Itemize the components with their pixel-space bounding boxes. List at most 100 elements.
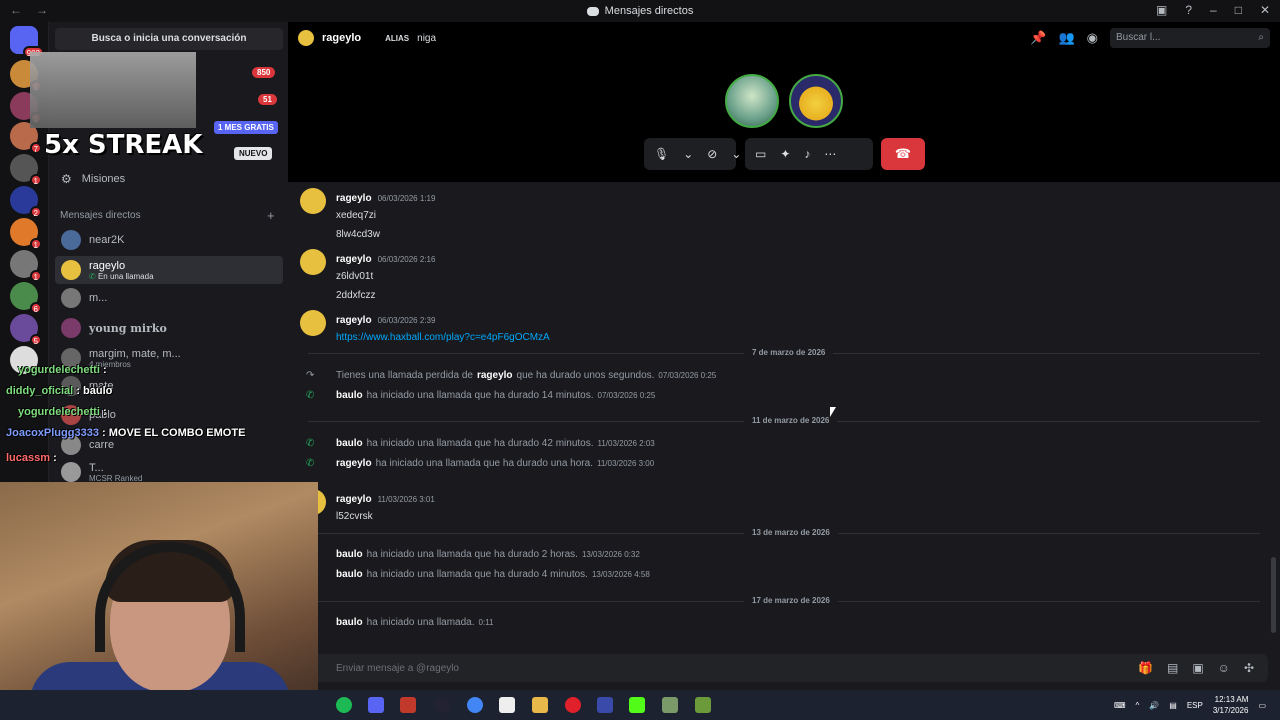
gif-icon[interactable]: ▤ — [1167, 661, 1178, 675]
inbox-icon[interactable]: ▣ — [1156, 3, 1167, 17]
language-indicator[interactable]: ESP — [1187, 701, 1203, 710]
system-author[interactable]: rageylo — [336, 458, 372, 469]
avatar[interactable] — [300, 310, 326, 336]
folder-icon[interactable] — [532, 697, 548, 713]
date-divider-label: 11 de marzo de 2026 — [744, 416, 838, 425]
avatar[interactable] — [300, 188, 326, 214]
dm-username[interactable]: rageylo — [322, 32, 361, 44]
date-divider: 17 de marzo de 2026 — [308, 596, 1260, 605]
sticker-icon[interactable]: ▣ — [1192, 661, 1203, 675]
app-icon[interactable] — [597, 697, 613, 713]
clock[interactable]: 12:13 AM 3/17/2026 — [1213, 694, 1249, 716]
discord-taskbar-icon[interactable] — [368, 697, 384, 713]
server-icon[interactable]: 2 — [10, 186, 42, 218]
profile-icon[interactable]: ◉ — [1087, 30, 1098, 46]
system-author[interactable]: baulo — [336, 549, 363, 560]
add-friend-icon[interactable]: 👥 — [1058, 30, 1074, 46]
chat-user: diddy_oficial — [6, 385, 74, 397]
app-icon[interactable] — [662, 697, 678, 713]
server-icon[interactable]: 1 — [10, 154, 42, 186]
volume-icon[interactable]: 🔊 — [1149, 701, 1159, 710]
app-icon[interactable] — [499, 697, 515, 713]
new-dm-plus-icon[interactable]: + — [267, 208, 275, 223]
message-group: rageylo 06/03/2026 2:39 https://www.haxba… — [300, 310, 550, 343]
message-text: l52cvrsk — [336, 511, 373, 522]
composer-tools: 🎁 ▤ ▣ ☺ ✣ — [1138, 661, 1254, 675]
find-conversation-button[interactable]: Busca o inicia una conversación — [55, 28, 283, 50]
network-icon[interactable]: ▤ — [1169, 701, 1177, 710]
chat-msg: : — [102, 406, 107, 418]
kick-icon[interactable] — [629, 697, 645, 713]
server-icon[interactable]: 5 — [10, 314, 42, 346]
gift-icon[interactable]: 🎁 — [1138, 661, 1153, 675]
call-participant-avatar[interactable] — [789, 74, 843, 128]
compass-icon: ⚙ — [61, 172, 72, 186]
close-button[interactable]: ✕ — [1260, 3, 1270, 17]
dm-item-active[interactable]: rageylo ✆ En una llamada — [55, 256, 283, 284]
system-author[interactable]: baulo — [336, 569, 363, 580]
chevron-down-icon[interactable]: ⌄ — [731, 147, 741, 161]
steam-icon[interactable] — [434, 697, 450, 713]
guild-badge: 1 — [29, 238, 42, 250]
message-input[interactable]: Enviar mensaje a @rageylo 🎁 ▤ ▣ ☺ ✣ — [308, 654, 1268, 682]
server-icon[interactable]: 1 — [10, 218, 42, 250]
app-icon[interactable] — [400, 697, 416, 713]
message-author[interactable]: rageylo — [336, 254, 372, 265]
opera-icon[interactable] — [565, 697, 581, 713]
more-icon[interactable]: ⋯ — [824, 147, 836, 161]
apps-icon[interactable]: ✣ — [1244, 661, 1254, 675]
camera-off-icon[interactable]: ⊘ — [707, 147, 717, 161]
system-author[interactable]: baulo — [336, 617, 363, 628]
minimize-button[interactable]: – — [1210, 3, 1217, 17]
server-icon[interactable]: 1 — [10, 250, 42, 282]
date-divider-label: 13 de marzo de 2026 — [744, 528, 838, 537]
search-input[interactable]: Buscar l... ⌕ — [1110, 28, 1270, 48]
message-author[interactable]: rageylo — [336, 494, 372, 505]
message-author[interactable]: rageylo — [336, 315, 372, 326]
activities-icon[interactable]: ✦ — [780, 147, 790, 161]
chat-msg: : — [102, 364, 107, 376]
system-author[interactable]: rageylo — [477, 370, 513, 381]
pin-icon[interactable]: 📌 — [1030, 30, 1046, 46]
minecraft-icon[interactable] — [695, 697, 711, 713]
system-message: ✆ baulo ha iniciado una llamada que ha d… — [306, 549, 640, 560]
chevron-up-icon[interactable]: ^ — [1136, 701, 1140, 710]
system-author[interactable]: baulo — [336, 390, 363, 401]
chrome-icon[interactable] — [467, 697, 483, 713]
dm-item[interactable]: young mirko — [55, 314, 283, 342]
hang-up-button[interactable]: ☎ — [881, 138, 925, 170]
dm-item[interactable]: near2K — [55, 226, 283, 254]
chat-user: yogurdelechetti — [18, 406, 100, 418]
message-author[interactable]: rageylo — [336, 193, 372, 204]
soundboard-icon[interactable]: ♪ — [804, 147, 810, 161]
guild-badge: 6 — [29, 302, 42, 314]
system-text: ha iniciado una llamada que ha durado 14… — [366, 390, 594, 401]
microphone-icon[interactable]: 🎙 — [654, 147, 669, 161]
keyboard-icon[interactable]: ⌨ — [1114, 701, 1126, 710]
help-icon[interactable]: ? — [1185, 3, 1192, 17]
hang-up-icon: ☎ — [894, 146, 912, 161]
avatar[interactable] — [300, 249, 326, 275]
missions-item[interactable]: ⚙ Misiones — [61, 172, 125, 186]
guild-badge: 1 — [29, 270, 42, 282]
maximize-button[interactable]: □ — [1235, 3, 1242, 17]
emoji-icon[interactable]: ☺ — [1218, 661, 1230, 675]
alias-label: ALIAS — [385, 33, 410, 43]
screen-share-icon[interactable]: ▭ — [755, 147, 766, 161]
system-author[interactable]: baulo — [336, 438, 363, 449]
home-button[interactable]: 902 — [10, 26, 44, 58]
system-tray: ⌨ ^ 🔊 ▤ ESP 12:13 AM 3/17/2026 ▭ — [1114, 694, 1266, 716]
server-icon[interactable]: 6 — [10, 282, 42, 314]
forward-arrow-icon[interactable]: → — [36, 3, 48, 17]
notifications-icon[interactable]: ▭ — [1258, 701, 1266, 710]
voice-controls: 🎙 ⌄ ⊘ ⌄ — [644, 138, 741, 170]
message-link[interactable]: https://www.haxball.com/play?c=e4pF6gOCM… — [336, 332, 550, 343]
spotify-icon[interactable] — [336, 697, 352, 713]
guild-badge: 7 — [29, 142, 42, 154]
call-participant-avatar[interactable] — [725, 74, 779, 128]
dm-name: margim, mate, m... — [89, 347, 181, 360]
dm-item[interactable]: m... — [55, 284, 283, 312]
back-arrow-icon[interactable]: ← — [10, 3, 22, 17]
chevron-down-icon[interactable]: ⌄ — [683, 147, 693, 161]
scrollbar-thumb[interactable] — [1271, 557, 1276, 633]
